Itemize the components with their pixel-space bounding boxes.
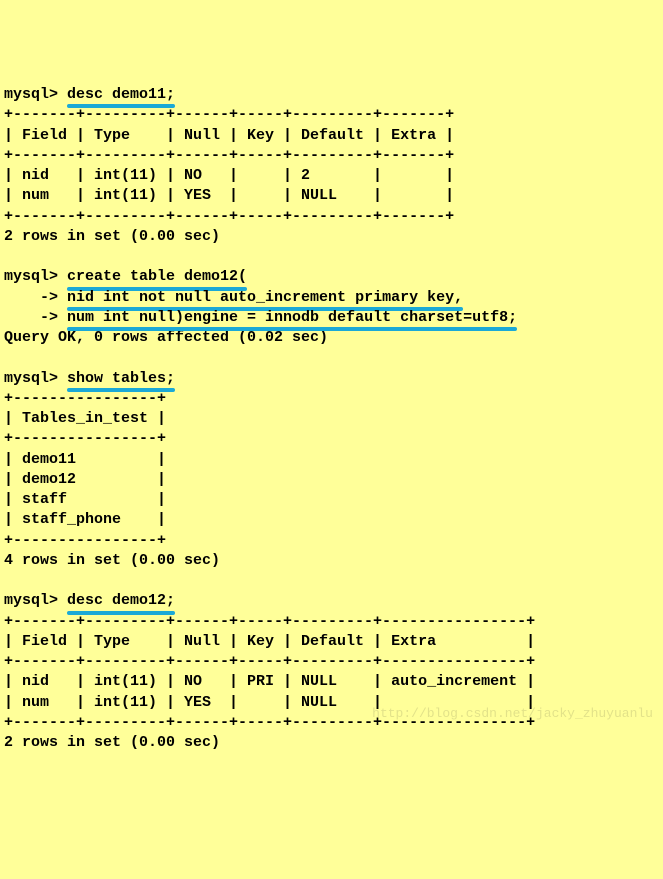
table-border: +----------------+ xyxy=(4,430,166,447)
create-line-2: num int null)engine = innodb default cha… xyxy=(67,308,517,328)
continuation-prompt: -> xyxy=(4,289,67,306)
terminal-output: mysql> desc demo11; +-------+---------+-… xyxy=(4,85,659,753)
result-line: 2 rows in set (0.00 sec) xyxy=(4,734,220,751)
command-desc-demo11: desc demo11; xyxy=(67,85,175,105)
command-create-table: create table demo12( xyxy=(67,267,247,287)
table-row: | demo11 | xyxy=(4,451,166,468)
table-border: +-------+---------+------+-----+--------… xyxy=(4,653,535,670)
table-row: | staff_phone | xyxy=(4,511,166,528)
continuation-prompt: -> xyxy=(4,309,67,326)
table-border: +----------------+ xyxy=(4,532,166,549)
result-line: 2 rows in set (0.00 sec) xyxy=(4,228,220,245)
create-line-1: nid int not null auto_increment primary … xyxy=(67,288,463,308)
table-border: +-------+---------+------+-----+--------… xyxy=(4,613,535,630)
command-show-tables: show tables; xyxy=(67,369,175,389)
command-desc-demo12: desc demo12; xyxy=(67,591,175,611)
result-line: 4 rows in set (0.00 sec) xyxy=(4,552,220,569)
mysql-prompt: mysql> xyxy=(4,592,67,609)
mysql-prompt: mysql> xyxy=(4,268,67,285)
result-line: Query OK, 0 rows affected (0.02 sec) xyxy=(4,329,328,346)
table-row: | demo12 | xyxy=(4,471,166,488)
table-header: | Tables_in_test | xyxy=(4,410,166,427)
mysql-prompt: mysql> xyxy=(4,86,67,103)
table-row: | staff | xyxy=(4,491,166,508)
table-row: | nid | int(11) | NO | | 2 | | xyxy=(4,167,454,184)
table-border: +-------+---------+------+-----+--------… xyxy=(4,106,454,123)
table-row: | num | int(11) | YES | | NULL | | xyxy=(4,187,454,204)
table-border: +-------+---------+------+-----+--------… xyxy=(4,208,454,225)
table-border: +----------------+ xyxy=(4,390,166,407)
mysql-prompt: mysql> xyxy=(4,370,67,387)
table-header: | Field | Type | Null | Key | Default | … xyxy=(4,633,535,650)
table-border: +-------+---------+------+-----+--------… xyxy=(4,147,454,164)
table-row: | nid | int(11) | NO | PRI | NULL | auto… xyxy=(4,673,535,690)
watermark: http://blog.csdn.net/jacky_zhuyuanlu xyxy=(372,705,653,723)
table-header: | Field | Type | Null | Key | Default | … xyxy=(4,127,454,144)
